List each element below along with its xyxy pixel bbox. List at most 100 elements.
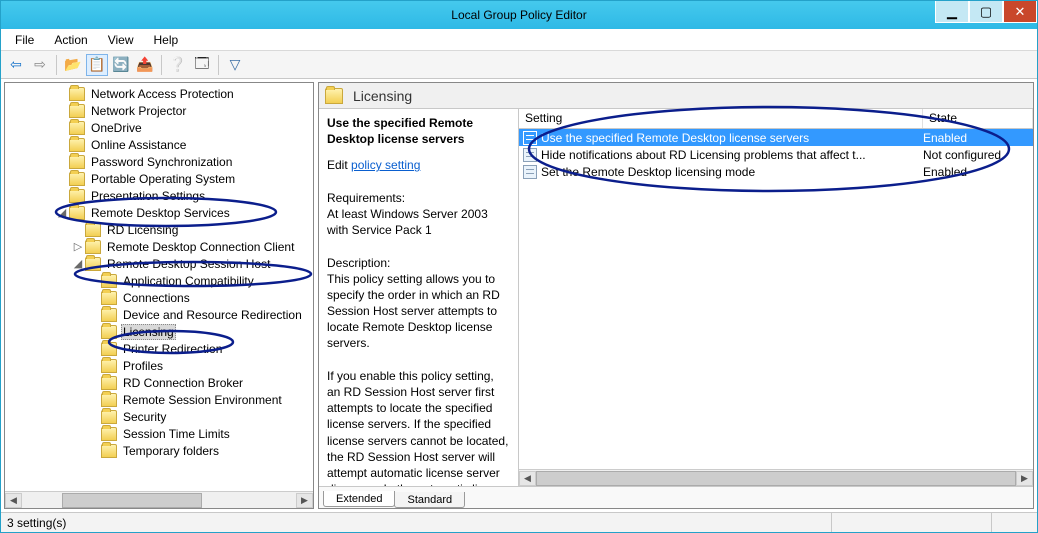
properties-button[interactable]: 📋 [86,54,108,76]
description-label: Description: [327,255,510,271]
tree-node[interactable]: Application Compatibility [7,272,313,289]
folder-icon [69,155,85,169]
minimize-button[interactable]: ▁ [935,1,969,23]
tree-node[interactable]: Licensing [7,323,313,340]
setting-row[interactable]: Set the Remote Desktop licensing modeEna… [519,163,1033,180]
titlebar[interactable]: Local Group Policy Editor ▁ ▢ ✕ [1,1,1037,29]
maximize-button[interactable]: ▢ [969,1,1003,23]
refresh-button[interactable]: 🔄 [110,54,132,76]
setting-state: Enabled [923,131,1033,145]
tree-node[interactable]: Network Access Protection [7,85,313,102]
col-setting[interactable]: Setting [519,109,923,128]
list-column-headers[interactable]: Setting State [519,109,1033,129]
tree-label: Device and Resource Redirection [121,308,304,322]
folder-icon [85,223,101,237]
tree-node[interactable]: ▷Remote Desktop Connection Client [7,238,313,255]
menubar: File Action View Help [1,29,1037,51]
statusbar: 3 setting(s) [1,512,1037,532]
folder-icon [69,138,85,152]
detail-header: Licensing [319,83,1033,109]
policy-icon [523,148,537,162]
tree-node[interactable]: Portable Operating System [7,170,313,187]
tree-node[interactable]: Network Projector [7,102,313,119]
scroll-right-button[interactable]: ▶ [296,493,313,508]
setting-name: Use the specified Remote Desktop license… [541,131,923,145]
folder-icon [101,393,117,407]
tree-node[interactable]: Password Synchronization [7,153,313,170]
tree-label: OneDrive [89,121,144,135]
policy-tree[interactable]: Network Access Protection Network Project… [5,83,313,491]
folder-icon [101,444,117,458]
folder-icon [101,376,117,390]
tree-label: Licensing [121,324,176,340]
scroll-right-button[interactable]: ▶ [1016,471,1033,486]
showhide-button[interactable]: 🗔 [191,54,213,76]
setting-name: Hide notifications about RD Licensing pr… [541,148,923,162]
tree-node[interactable]: Session Time Limits [7,425,313,442]
setting-name: Set the Remote Desktop licensing mode [541,165,923,179]
folder-icon [69,87,85,101]
tree-node[interactable]: ◢Remote Desktop Services [7,204,313,221]
help-button[interactable]: ❔ [167,54,189,76]
toolbar: ⇦ ⇨ 📂 📋 🔄 📤 ❔ 🗔 ▽ [1,51,1037,79]
tree-node[interactable]: Printer Redirection [7,340,313,357]
tree-node[interactable]: ◢ Remote Desktop Session Host [7,255,313,272]
scroll-thumb[interactable] [536,471,1016,486]
export-button[interactable]: 📤 [134,54,156,76]
list-hscroll[interactable]: ◀ ▶ [519,469,1033,486]
folder-icon [101,291,117,305]
menu-file[interactable]: File [5,31,44,49]
tab-standard[interactable]: Standard [394,492,465,508]
expand-collapse-icon[interactable]: ◢ [71,257,85,270]
tree-node[interactable]: OneDrive [7,119,313,136]
tree-label: Password Synchronization [89,155,234,169]
menu-action[interactable]: Action [44,31,97,49]
filter-button[interactable]: ▽ [224,54,246,76]
tree-hscroll[interactable]: ◀ ▶ [5,491,313,508]
scroll-thumb[interactable] [62,493,202,508]
back-button[interactable]: ⇦ [5,54,27,76]
tree-node[interactable]: Connections [7,289,313,306]
tree-node[interactable]: Profiles [7,357,313,374]
tree-node[interactable]: Security [7,408,313,425]
tree-node[interactable]: Device and Resource Redirection [7,306,313,323]
description-text-1: This policy setting allows you to specif… [327,271,510,352]
scroll-left-button[interactable]: ◀ [5,493,22,508]
col-state[interactable]: State [923,109,1033,128]
tree-label: Remote Desktop Session Host [105,257,272,271]
menu-help[interactable]: Help [144,31,189,49]
forward-button[interactable]: ⇨ [29,54,51,76]
tree-node[interactable]: RD Licensing [7,221,313,238]
detail-pane: Licensing Use the specified Remote Deskt… [318,82,1034,509]
tree-node[interactable]: Presentation Settings [7,187,313,204]
tree-node[interactable]: Remote Session Environment [7,391,313,408]
tab-extended[interactable]: Extended [323,491,395,507]
tree-label: Remote Session Environment [121,393,284,407]
requirements-label: Requirements: [327,190,510,206]
menu-view[interactable]: View [98,31,144,49]
folder-icon [101,359,117,373]
expand-icon[interactable]: ▷ [71,240,85,253]
up-button[interactable]: 📂 [62,54,84,76]
folder-icon [101,342,117,356]
setting-row[interactable]: Hide notifications about RD Licensing pr… [519,146,1033,163]
info-column: Use the specified Remote Desktop license… [319,109,519,486]
scroll-left-button[interactable]: ◀ [519,471,536,486]
description-text-2: If you enable this policy setting, an RD… [327,368,510,486]
expand-collapse-icon[interactable]: ◢ [55,206,69,219]
folder-icon [325,88,343,104]
tree-label: Network Projector [89,104,188,118]
folder-icon [85,257,101,271]
policy-icon [523,131,537,145]
folder-icon [69,172,85,186]
edit-policy-link[interactable]: policy setting [351,158,420,172]
tree-node[interactable]: Online Assistance [7,136,313,153]
tree-node[interactable]: Temporary folders [7,442,313,459]
tree-label: Presentation Settings [89,189,207,203]
tree-label: Network Access Protection [89,87,236,101]
settings-list[interactable]: Use the specified Remote Desktop license… [519,129,1033,469]
setting-row[interactable]: Use the specified Remote Desktop license… [519,129,1033,146]
close-button[interactable]: ✕ [1003,1,1037,23]
selected-policy-title: Use the specified Remote Desktop license… [327,115,510,147]
tree-node[interactable]: RD Connection Broker [7,374,313,391]
